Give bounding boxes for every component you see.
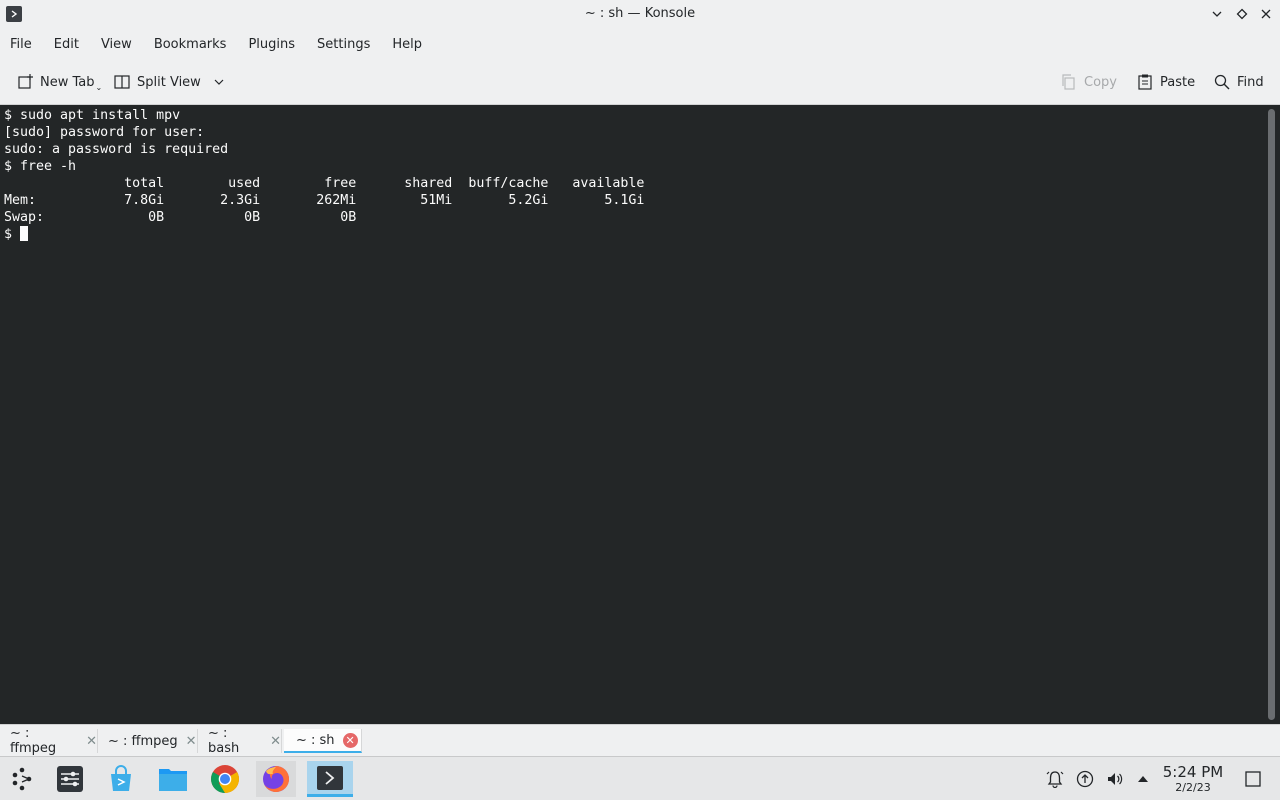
clock-time[interactable]: 5:24 PM: [1160, 763, 1226, 781]
tab-ffmpeg-1[interactable]: ~ : ffmpeg ✕: [2, 726, 98, 756]
tray-expand-icon[interactable]: [1133, 769, 1153, 789]
tab-label: ~ : bash: [208, 726, 240, 756]
terminal-line: [sudo] password for user:: [4, 125, 205, 140]
terminal-line: $ sudo apt install mpv: [4, 108, 181, 123]
clock-date[interactable]: 2/2/23: [1160, 781, 1226, 794]
close-button[interactable]: [1257, 5, 1275, 23]
new-tab-label: New Tab: [40, 74, 95, 90]
menu-bookmarks[interactable]: Bookmarks: [154, 35, 227, 54]
terminal-line: total used free shared buff/cache availa…: [4, 176, 645, 191]
terminal-prompt-line: $: [4, 226, 1260, 243]
menu-plugins[interactable]: Plugins: [248, 35, 295, 54]
terminal-prompt: $: [4, 227, 21, 242]
tab-ffmpeg-2[interactable]: ~ : ffmpeg ✕: [100, 729, 198, 753]
notifications-icon[interactable]: [1045, 769, 1065, 789]
volume-icon[interactable]: [1105, 769, 1125, 789]
scrollbar-thumb[interactable]: [1268, 109, 1275, 720]
terminal-line: sudo: a password is required: [4, 142, 229, 157]
new-tab-dropdown-icon: ⌄: [95, 82, 103, 92]
menu-file[interactable]: File: [10, 35, 32, 54]
copy-button[interactable]: Copy: [1060, 70, 1117, 94]
split-view-label: Split View: [137, 74, 201, 90]
tab-sh[interactable]: ~ : sh ✕: [284, 729, 362, 753]
split-view-icon: [114, 75, 130, 89]
tab-close-icon[interactable]: ✕: [342, 732, 358, 748]
minimize-button[interactable]: [1208, 5, 1226, 23]
tab-bar: ~ : ffmpeg ✕ ~ : ffmpeg ✕ ~ : bash ✕ ~ :…: [0, 724, 1280, 756]
chevron-down-icon: [214, 79, 224, 85]
search-icon: [1214, 74, 1230, 90]
new-tab-button[interactable]: New Tab ⌄: [16, 70, 102, 94]
terminal-line: $ free -h: [4, 159, 77, 174]
tab-close-icon[interactable]: ✕: [270, 734, 281, 749]
tab-label: ~ : ffmpeg: [10, 726, 57, 756]
copy-label: Copy: [1084, 74, 1117, 90]
terminal-output[interactable]: $ sudo apt install mpv [sudo] password fo…: [0, 105, 1264, 724]
paste-label: Paste: [1160, 74, 1196, 90]
updates-icon[interactable]: [1075, 769, 1095, 789]
show-desktop-icon[interactable]: [1243, 769, 1263, 789]
tab-label: ~ : ffmpeg: [108, 733, 178, 749]
terminal-cursor: [20, 226, 29, 241]
system-settings-icon[interactable]: [50, 761, 90, 797]
file-manager-icon[interactable]: [153, 761, 193, 797]
tab-close-icon[interactable]: ✕: [186, 734, 197, 749]
firefox-icon[interactable]: [256, 761, 296, 797]
menu-view[interactable]: View: [101, 35, 132, 54]
menu-settings[interactable]: Settings: [317, 35, 370, 54]
find-label: Find: [1237, 74, 1264, 90]
chrome-icon[interactable]: [205, 761, 245, 797]
window-title: ~ : sh — Konsole: [584, 6, 696, 21]
tab-bash[interactable]: ~ : bash ✕: [200, 726, 282, 756]
menu-edit[interactable]: Edit: [54, 35, 79, 54]
tab-close-icon[interactable]: ✕: [86, 734, 97, 749]
toolbar: New Tab ⌄ Split View Copy Paste Find: [0, 60, 1280, 105]
discover-store-icon[interactable]: [101, 761, 141, 797]
menu-bar: File Edit View Bookmarks Plugins Setting…: [0, 29, 1280, 60]
taskbar: [0, 756, 1280, 800]
paste-button[interactable]: Paste: [1136, 70, 1195, 94]
terminal-line: Swap: 0B 0B 0B: [4, 210, 357, 225]
title-bar: ~ : sh — Konsole: [0, 0, 1280, 29]
split-view-button[interactable]: Split View: [113, 70, 231, 94]
paste-icon: [1138, 74, 1152, 90]
konsole-icon[interactable]: [307, 761, 353, 797]
application-launcher-icon[interactable]: [2, 761, 42, 797]
copy-icon: [1062, 74, 1075, 90]
menu-help[interactable]: Help: [392, 35, 422, 54]
terminal-line: Mem: 7.8Gi 2.3Gi 262Mi 51Mi 5.2Gi 5.1Gi: [4, 193, 645, 208]
new-tab-icon: [18, 74, 33, 89]
maximize-button[interactable]: [1233, 5, 1251, 23]
find-button[interactable]: Find: [1213, 70, 1264, 94]
tab-label: ~ : sh: [296, 732, 335, 748]
terminal-scrollbar[interactable]: [1264, 105, 1280, 724]
